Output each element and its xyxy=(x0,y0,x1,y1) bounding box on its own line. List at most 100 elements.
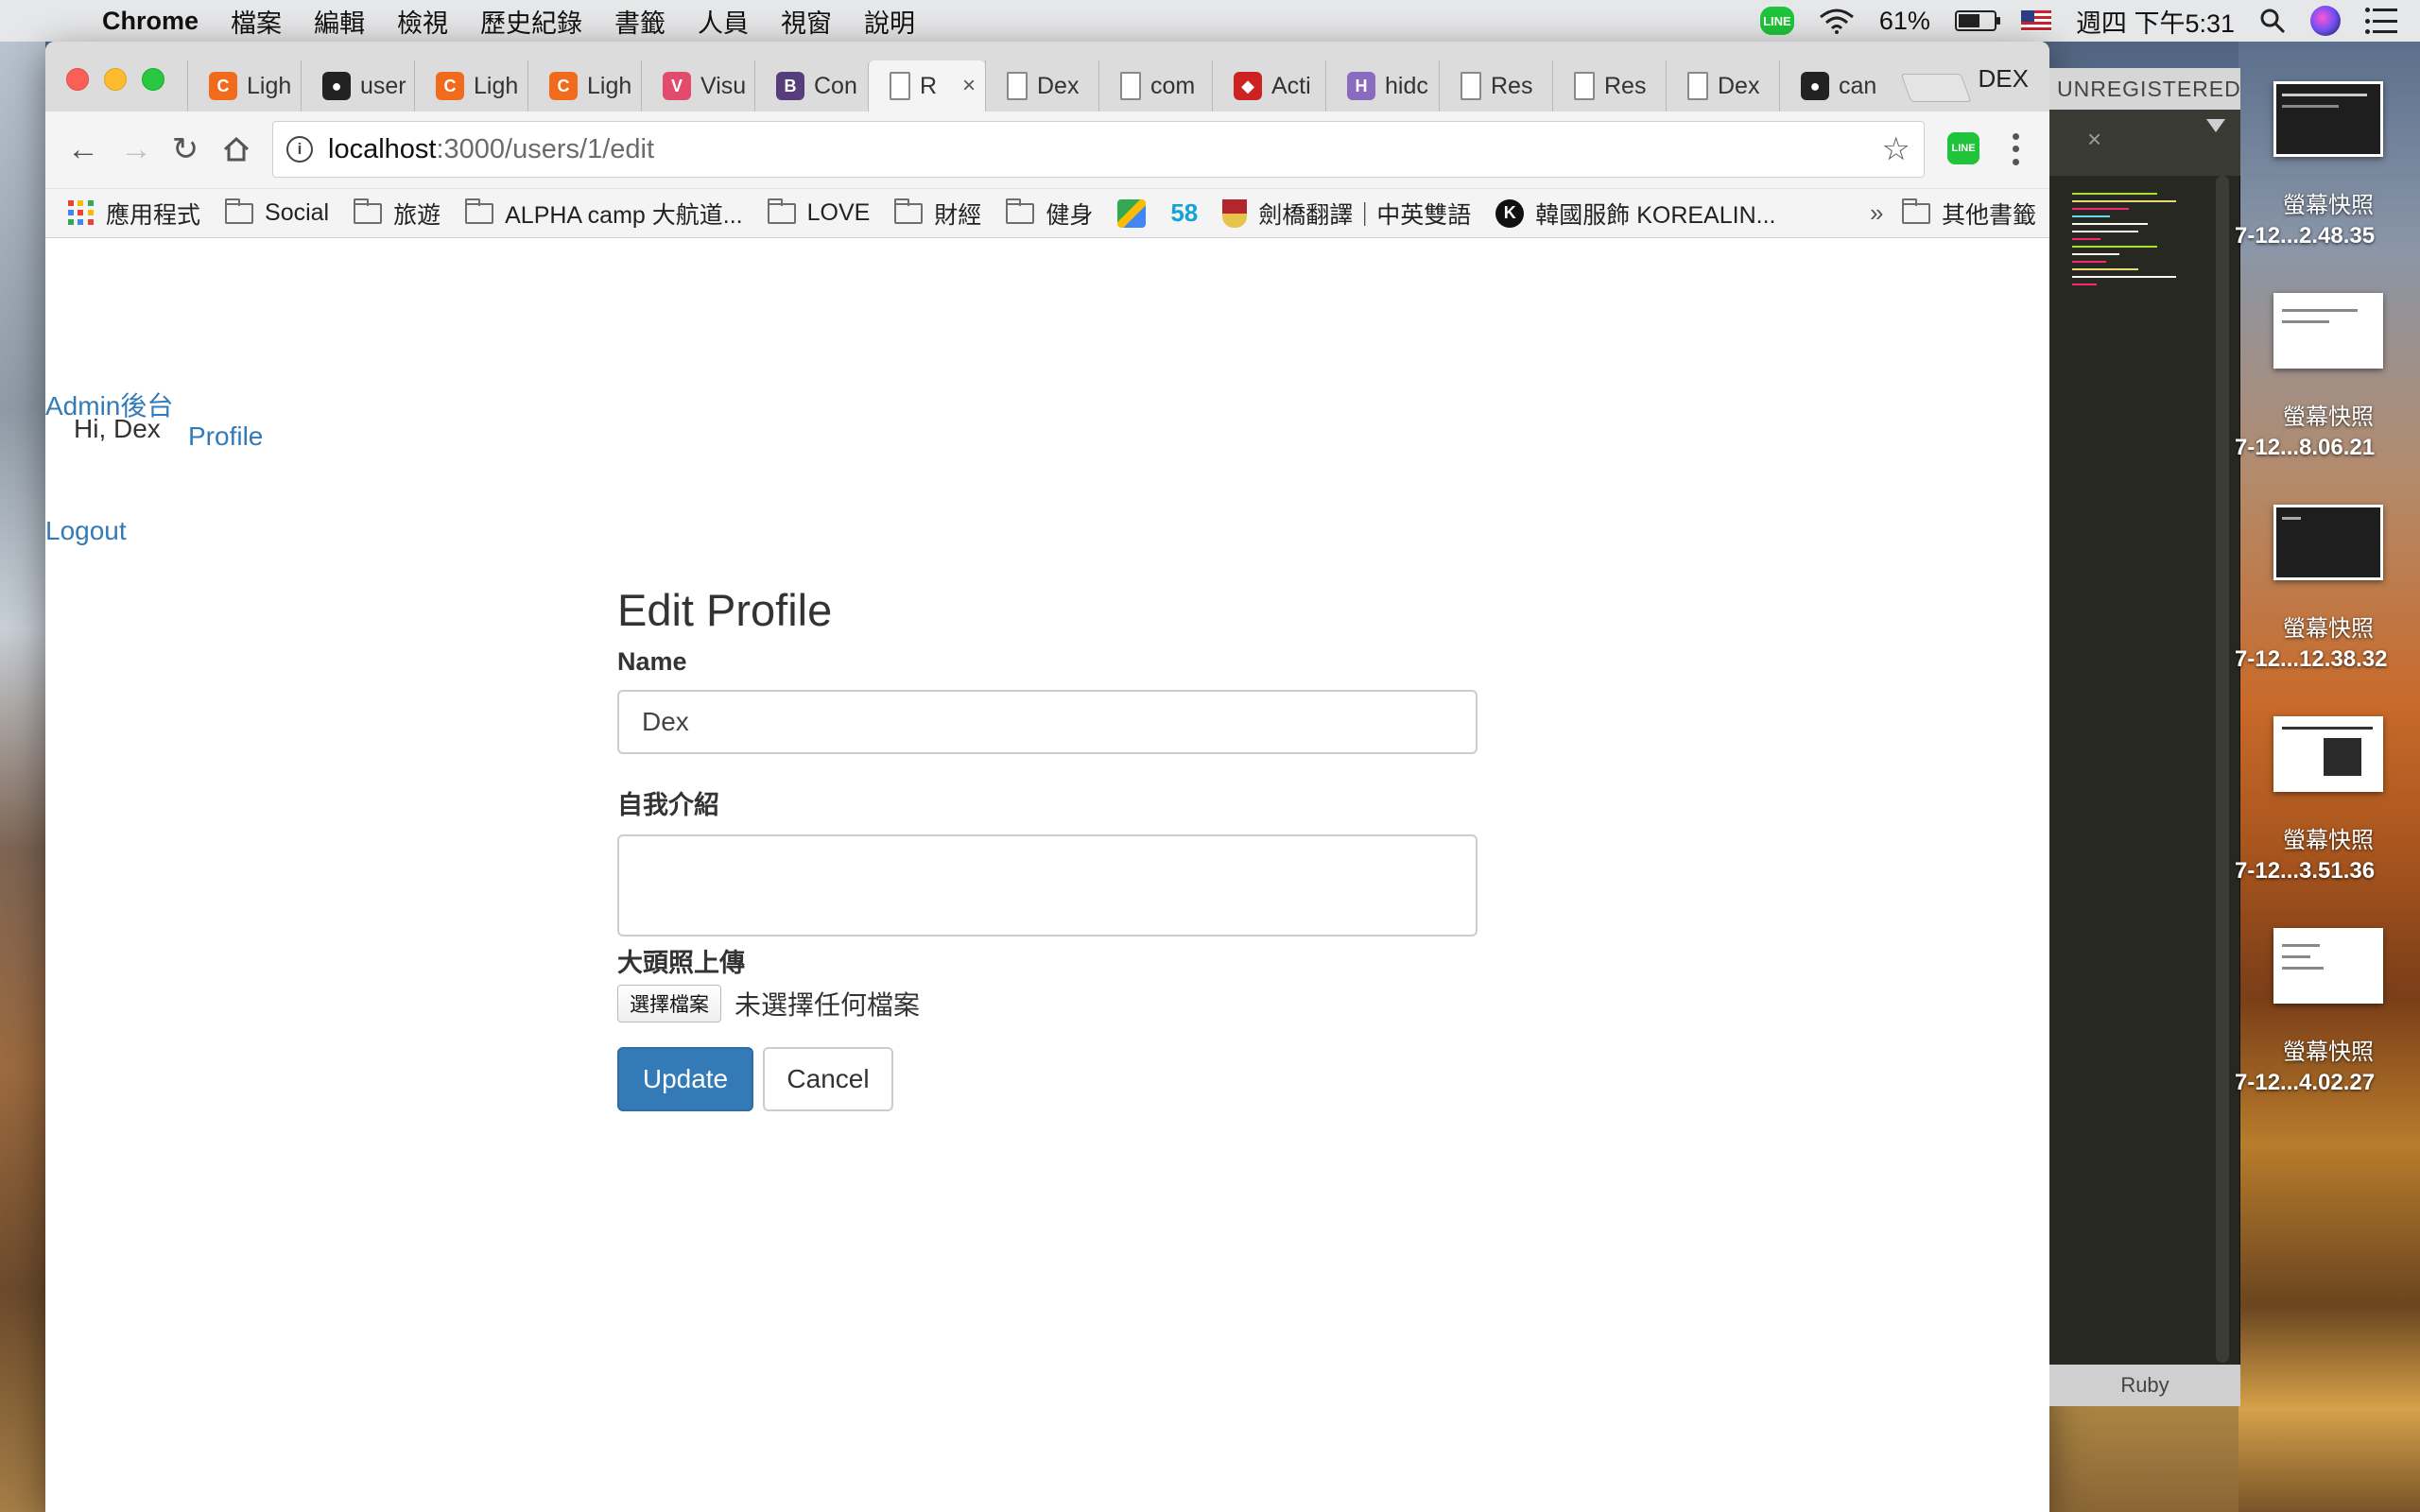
desktop-screenshot-file[interactable]: 螢幕快照 7-12...4.02.27 xyxy=(2235,928,2416,1098)
tab[interactable]: B Con xyxy=(754,60,868,112)
zoom-window-button[interactable] xyxy=(142,68,164,91)
site-info-icon[interactable]: i xyxy=(286,136,313,163)
choose-file-button[interactable]: 選擇檔案 xyxy=(617,985,721,1022)
battery-percent: 61% xyxy=(1878,6,1930,35)
desktop-file-subname: 7-12...2.48.35 xyxy=(2235,223,2376,249)
logout-link[interactable]: Logout xyxy=(45,516,127,546)
tab[interactable]: ● user xyxy=(301,60,414,112)
menu-app-name[interactable]: Chrome xyxy=(102,7,199,36)
tab-label: can xyxy=(1839,72,1877,99)
bookmark-folder-love[interactable]: LOVE xyxy=(767,198,870,227)
name-input[interactable]: Dex xyxy=(617,690,1478,754)
form-actions: Update Cancel xyxy=(617,1047,1478,1111)
cancel-button[interactable]: Cancel xyxy=(763,1047,893,1111)
battery-icon[interactable] xyxy=(1954,10,2000,31)
bookmarks-overflow-chevron-icon[interactable]: » xyxy=(1870,198,1883,228)
screenshot-thumbnail xyxy=(2273,293,2383,369)
forward-icon[interactable]: → xyxy=(115,129,157,170)
sublime-scrollbar[interactable] xyxy=(2216,176,2229,1363)
tab[interactable]: com xyxy=(1098,60,1212,112)
url-host: localhost xyxy=(328,133,437,164)
bookmark-cambridge[interactable]: 劍橋翻譯｜中英雙語 xyxy=(1222,197,1471,231)
sublime-syntax-label[interactable]: Ruby xyxy=(2049,1365,2240,1406)
address-bar[interactable]: i localhost:3000/users/1/edit ☆ xyxy=(272,121,1925,178)
tab[interactable]: Dex xyxy=(985,60,1098,112)
bookmark-apps[interactable]: 應用程式 xyxy=(68,197,200,231)
desktop-file-subname: 7-12...12.38.32 xyxy=(2235,646,2388,672)
desktop-screenshot-file[interactable]: 螢幕快照 7-12...3.51.36 xyxy=(2235,716,2416,886)
bookmark-label: 其他書籤 xyxy=(1942,201,2037,229)
tab[interactable]: ◆ Acti xyxy=(1212,60,1325,112)
tab[interactable]: C Ligh xyxy=(527,60,641,112)
tab[interactable]: Dex xyxy=(1666,60,1779,112)
us-flag-input-icon[interactable] xyxy=(2020,10,2051,31)
desktop-wallpaper-left xyxy=(0,42,45,1512)
menu-bookmarks[interactable]: 書籤 xyxy=(614,3,666,40)
menu-edit[interactable]: 編輯 xyxy=(314,3,365,40)
intro-textarea[interactable] xyxy=(617,834,1478,936)
tab-close-icon[interactable]: × xyxy=(962,73,976,99)
desktop-screenshot-file[interactable]: 螢幕快照 7-12...12.38.32 xyxy=(2235,505,2416,675)
minimize-window-button[interactable] xyxy=(104,68,127,91)
folder-icon xyxy=(465,198,494,224)
screenshot-thumbnail xyxy=(2273,81,2383,157)
bookmark-folder-alpha[interactable]: ALPHA camp 大航道... xyxy=(465,197,743,231)
bookmark-folder-fitness[interactable]: 健身 xyxy=(1006,197,1093,231)
tab[interactable]: C Ligh xyxy=(414,60,527,112)
spotlight-search-icon[interactable] xyxy=(2259,8,2286,34)
back-icon[interactable]: ← xyxy=(62,129,104,170)
menu-view[interactable]: 檢視 xyxy=(397,3,448,40)
tab[interactable]: ● can xyxy=(1779,60,1893,112)
siri-icon[interactable] xyxy=(2310,6,2341,36)
github-icon: ● xyxy=(1801,72,1829,100)
tab[interactable]: Hhidc xyxy=(1325,60,1439,112)
line-menubar-icon[interactable]: LINE xyxy=(1759,7,1794,35)
bookmark-label: 應用程式 xyxy=(106,201,201,229)
desktop-screenshot-file[interactable]: 螢幕快照 7-12...8.06.21 xyxy=(2235,293,2416,463)
sublime-code-area[interactable] xyxy=(2072,193,2186,291)
reload-icon[interactable]: ↻ xyxy=(164,129,206,170)
profile-button[interactable]: DEX xyxy=(1979,64,2029,94)
close-window-button[interactable] xyxy=(66,68,89,91)
bookmark-58[interactable]: 58 xyxy=(1170,198,1198,228)
menu-window[interactable]: 視窗 xyxy=(781,3,832,40)
update-button[interactable]: Update xyxy=(617,1047,753,1111)
line-extension-icon[interactable]: LINE xyxy=(1947,132,1979,164)
bookmark-folder-other[interactable]: 其他書籤 xyxy=(1902,197,2036,231)
bookmark-korealin[interactable]: K 韓國服飾 KOREALIN... xyxy=(1495,197,1775,231)
bookmark-star-icon[interactable]: ☆ xyxy=(1882,130,1910,168)
tab[interactable]: C Ligh xyxy=(187,60,301,112)
bookmark-folder-finance[interactable]: 財經 xyxy=(894,197,981,231)
sublime-tab-dropdown-icon[interactable] xyxy=(2206,119,2225,132)
tab[interactable]: V Visu xyxy=(641,60,754,112)
tab-strip: C Ligh ● user C Ligh C Ligh V Visu B Con R × Dex com ◆ Ac… xyxy=(45,42,2049,112)
tab[interactable]: Res xyxy=(1439,60,1552,112)
bookmark-maps[interactable] xyxy=(1117,198,1147,228)
new-tab-button[interactable] xyxy=(1900,74,1972,102)
tab-label: Ligh xyxy=(474,72,519,99)
desktop-screenshot-file[interactable]: 螢幕快照 7-12...2.48.35 xyxy=(2235,81,2416,251)
menu-file[interactable]: 檔案 xyxy=(231,3,282,40)
bookmark-folder-travel[interactable]: 旅遊 xyxy=(354,197,441,231)
avatar-file-input: 選擇檔案 未選擇任何檔案 xyxy=(617,985,1478,1022)
menu-history[interactable]: 歷史紀錄 xyxy=(480,3,582,40)
tab-label: user xyxy=(360,72,406,99)
menu-extras: LINE 61% 週四 下午5:31 xyxy=(1759,0,2397,42)
tab-label: Ligh xyxy=(247,72,292,99)
bookmark-label: 旅遊 xyxy=(393,201,441,229)
menu-people[interactable]: 人員 xyxy=(698,3,749,40)
bookmark-folder-social[interactable]: Social xyxy=(225,198,329,227)
menubar-clock[interactable]: 週四 下午5:31 xyxy=(2076,3,2235,40)
sublime-tab-close-icon[interactable]: × xyxy=(2087,125,2101,154)
tab-active[interactable]: R × xyxy=(868,60,985,112)
avatar-label: 大頭照上傳 xyxy=(617,949,745,977)
profile-link[interactable]: Profile xyxy=(188,421,263,452)
tab[interactable]: Res xyxy=(1552,60,1666,112)
menu-help[interactable]: 說明 xyxy=(864,3,915,40)
sublime-tab-bar: × xyxy=(2049,110,2240,176)
wifi-icon[interactable] xyxy=(1819,8,1855,34)
notification-center-icon[interactable] xyxy=(2365,8,2397,34)
home-icon[interactable] xyxy=(216,129,257,170)
chrome-menu-icon[interactable] xyxy=(2006,130,2025,168)
browser-toolbar: ← → ↻ i localhost:3000/users/1/edit ☆ LI… xyxy=(45,112,2049,189)
